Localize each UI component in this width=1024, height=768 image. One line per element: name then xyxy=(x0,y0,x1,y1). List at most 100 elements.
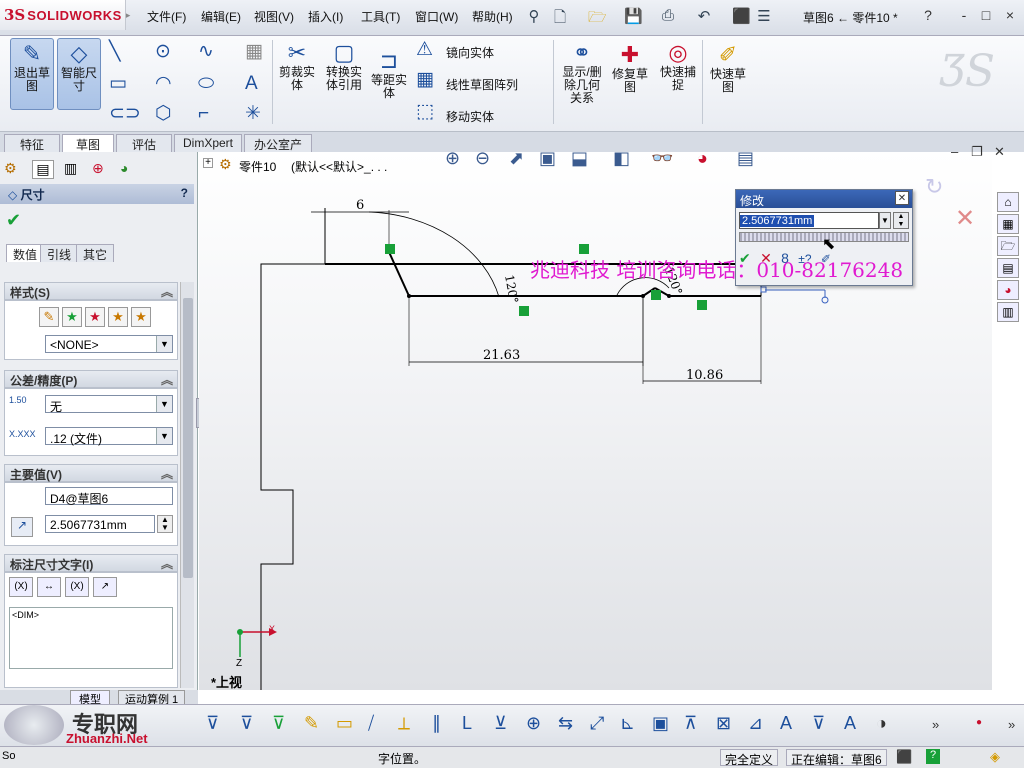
menu-insert[interactable]: 插入(I) xyxy=(308,8,343,25)
relation-tangent-icon[interactable]: ⊻ xyxy=(494,713,507,734)
tab-evaluate[interactable]: 评估 xyxy=(116,134,172,152)
smart-dimension-button[interactable]: ◇ 智能尺寸 xyxy=(57,38,101,110)
modify-value-input[interactable]: 2.5067731mm xyxy=(739,212,879,229)
relation-along-y-icon[interactable]: ⊠ xyxy=(716,713,731,734)
panel-scrollbar-thumb[interactable] xyxy=(183,298,193,578)
tolerance-section-header[interactable]: 公差/精度(P) ︽ xyxy=(4,370,178,388)
apply-style-icon[interactable]: ✎ xyxy=(39,307,59,327)
ellipse-icon[interactable]: ⬭ xyxy=(198,74,214,94)
design-library-icon[interactable]: ▦ xyxy=(997,214,1019,234)
menu-file[interactable]: 文件(F) xyxy=(147,8,186,25)
convert-entities-button[interactable]: ▢ 转换实体引用 xyxy=(322,40,366,92)
trim-entities-button[interactable]: ✂ 剪裁实体 xyxy=(276,40,318,92)
open-folder-icon[interactable]: 🗁 xyxy=(588,7,607,32)
subtab-value[interactable]: 数值 xyxy=(6,244,45,262)
property-manager-icon[interactable]: ▤ xyxy=(32,160,54,179)
offset-text-icon[interactable]: ↗ xyxy=(93,577,117,597)
dim-text-field[interactable]: <DIM> xyxy=(9,607,173,669)
slot-icon[interactable]: ⊂⊃ xyxy=(109,104,141,124)
rebuild-traffic-light-icon[interactable]: ⬛ xyxy=(732,7,751,25)
options-icon[interactable]: ☰ xyxy=(756,7,772,25)
insert-parentheses-icon[interactable]: (X) xyxy=(9,577,33,597)
modify-close-button[interactable]: ✕ xyxy=(895,191,909,205)
print-icon[interactable]: ⎙ xyxy=(660,7,676,24)
subtab-other[interactable]: 其它 xyxy=(76,244,115,262)
dim-text-6[interactable]: 6 xyxy=(356,198,364,213)
tab-features[interactable]: 特征 xyxy=(4,134,60,152)
modify-dropdown-arrow[interactable]: ▼ xyxy=(879,212,891,229)
rapid-sketch-button[interactable]: ✐ 快速草图 xyxy=(707,42,749,94)
spline-icon[interactable]: ∿ xyxy=(198,42,214,62)
save-style-icon[interactable]: ★ xyxy=(108,307,128,327)
relation-equal-curve-icon[interactable]: ⊽ xyxy=(812,713,825,734)
dimxpert-manager-icon[interactable]: ⊕ xyxy=(92,160,104,177)
mirror-icon[interactable]: ⚠ xyxy=(416,40,433,60)
configuration-manager-icon[interactable]: ▥ xyxy=(64,160,77,177)
style-dropdown[interactable]: <NONE> ▼ xyxy=(45,335,173,353)
relation-along-z-icon[interactable]: ⊿ xyxy=(748,713,763,734)
tolerance-type-dropdown[interactable]: 无 ▼ xyxy=(45,395,173,414)
modify-dialog-header[interactable]: 修改 ✕ xyxy=(736,190,912,208)
add-style-icon[interactable]: ★ xyxy=(62,307,82,327)
file-explorer-icon[interactable]: 🗁 xyxy=(997,236,1019,256)
new-document-icon[interactable]: 🗋 xyxy=(552,7,568,32)
maximize-button[interactable]: □ xyxy=(978,7,994,23)
menu-edit[interactable]: 编辑(E) xyxy=(201,8,241,25)
value-spinner[interactable]: ▲ ▼ xyxy=(157,515,173,533)
help-button[interactable]: ? xyxy=(920,7,936,23)
toolbar-overflow-icon[interactable]: » xyxy=(932,717,939,732)
rectangle-icon[interactable]: ▭ xyxy=(109,74,127,94)
polygon-icon[interactable]: ⬡ xyxy=(155,104,172,124)
linear-pattern-icon[interactable]: ▦ xyxy=(416,70,434,90)
tab-office-products[interactable]: 办公室产品 xyxy=(244,134,312,169)
confirm-corner-icon[interactable]: ↻ xyxy=(925,174,943,200)
undo-icon[interactable]: ↶ xyxy=(696,7,712,25)
linear-pattern-label[interactable]: 线性草图阵列 xyxy=(446,76,518,93)
arc-icon[interactable]: ◠ xyxy=(155,74,172,94)
tag-status-icon[interactable]: ◈ xyxy=(990,749,1000,765)
load-style-icon[interactable]: ★ xyxy=(131,307,151,327)
menu-tools[interactable]: 工具(T) xyxy=(361,8,400,25)
dim-text-21-63[interactable]: 21.63 xyxy=(483,348,520,363)
exit-sketch-button[interactable]: ✎ 退出草图 xyxy=(10,38,54,110)
relation-equal-icon[interactable]: L xyxy=(462,713,472,734)
dim-text-section-header[interactable]: 标注尺寸文字(I) ︽ xyxy=(4,554,178,572)
save-icon[interactable]: 💾 xyxy=(624,7,643,25)
relation-merge-icon[interactable]: ⤢ xyxy=(590,713,604,734)
fillet-icon[interactable]: ⌐ xyxy=(198,104,209,124)
appearances-icon[interactable]: ◕ xyxy=(997,280,1019,300)
relation-concentric-icon[interactable]: ⊕ xyxy=(526,713,541,734)
repair-sketch-button[interactable]: ✚ 修复草图 xyxy=(610,42,650,94)
circle-icon[interactable]: ⊙ xyxy=(155,42,171,62)
relation-pierce-icon[interactable]: ⊾ xyxy=(620,713,635,734)
relation-fix-icon[interactable]: ⊽ xyxy=(206,713,219,734)
relation-vertical-icon[interactable]: ⊽ xyxy=(272,713,285,734)
relation-perpendicular-icon[interactable]: ⟂ xyxy=(398,713,410,734)
menu-window[interactable]: 窗口(W) xyxy=(415,8,458,25)
solidworks-resources-icon[interactable]: ⌂ xyxy=(997,192,1019,212)
dim-text-10-86[interactable]: 10.86 xyxy=(686,368,723,383)
panel-scrollbar[interactable] xyxy=(180,282,194,688)
relation-horizontal-icon[interactable]: ⊽ xyxy=(240,713,253,734)
minimize-button[interactable]: - xyxy=(956,7,972,23)
center-dim-icon[interactable]: ↔ xyxy=(37,577,61,597)
display-relations-button[interactable]: ⚭ 显示/删除几何关系 xyxy=(560,40,604,105)
menu-view[interactable]: 视图(V) xyxy=(254,8,294,25)
mirror-entities-label[interactable]: 镜向实体 xyxy=(446,44,494,61)
inspection-dim-icon[interactable]: (X) xyxy=(65,577,89,597)
solidworks-logo[interactable]: 3S SOLIDWORKS ▸ xyxy=(0,0,130,30)
rebuild-status-icon[interactable]: ⬛ xyxy=(896,749,912,765)
subtab-leaders[interactable]: 引线 xyxy=(40,244,79,262)
precision-dropdown[interactable]: .12 (文件) ▼ xyxy=(45,427,173,446)
close-button[interactable]: × xyxy=(1002,7,1018,23)
modify-spinner[interactable]: ▲ ▼ xyxy=(893,212,909,229)
relation-on-surface-icon[interactable]: A xyxy=(780,713,792,734)
dimension-name-field[interactable]: D4@草图6 xyxy=(45,487,173,506)
tab-sketch[interactable]: 草图 xyxy=(62,134,114,152)
view-palette-icon[interactable]: ▤ xyxy=(997,258,1019,278)
feature-manager-icon[interactable]: ⚙ xyxy=(4,160,17,177)
sketch-text-icon[interactable]: A xyxy=(844,713,856,734)
panel-help-button[interactable]: ? xyxy=(181,186,188,200)
relation-along-x-icon[interactable]: ⊼ xyxy=(684,713,697,734)
text-icon[interactable]: A xyxy=(245,74,258,94)
